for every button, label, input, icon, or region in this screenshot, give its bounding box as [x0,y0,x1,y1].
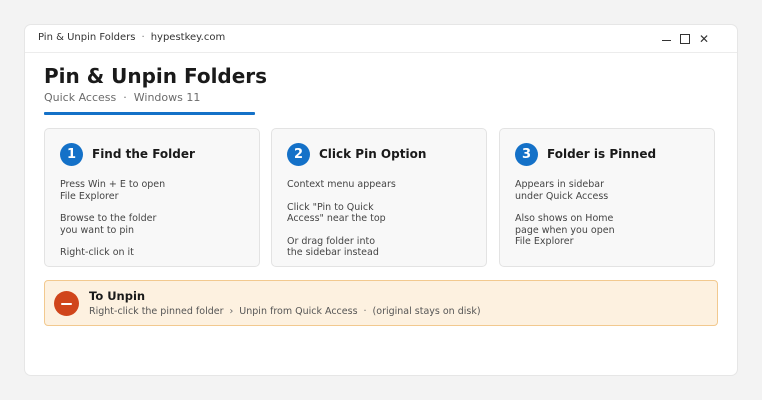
title-bar: Pin & Unpin Folders · hypestkey.com ✕ [25,25,737,53]
chevron-right-icon: › [229,306,234,317]
step-title: Find the Folder [92,147,195,161]
window-title-site: hypestkey.com [150,32,226,43]
unpin-callout: To Unpin Right-click the pinned folder › U… [44,280,718,326]
page-subtitle: Quick Access · Windows 11 [44,91,200,104]
step-body: Context menu appears Click "Pin to Quick… [287,179,477,270]
step-line: Click "Pin to Quick Access" near the top [287,201,386,225]
title-underline [44,112,255,115]
window-title-main: Pin & Unpin Folders [38,32,136,43]
step-line: Browse to the folder you want to pin [60,213,157,236]
subtitle-windows-version: Windows 11 [133,91,201,104]
unpin-step-right-click: Right-click the pinned folder [89,306,224,317]
unpin-separator: · [363,306,367,317]
step-body: Press Win + E to open File Explorer Brow… [60,179,250,270]
step-title: Click Pin Option [319,147,427,161]
step-number-badge: 3 [515,143,538,166]
step-title: Folder is Pinned [547,147,657,161]
step-card-click-pin: 2 Click Pin Option Context menu appears … [271,128,487,267]
step-number-badge: 2 [287,143,310,166]
step-line: Also shows on Home page when you open Fi… [515,213,615,247]
maximize-icon [680,34,690,44]
close-icon: ✕ [698,32,710,46]
subtitle-quick-access: Quick Access [44,91,117,104]
unpin-instructions: Right-click the pinned folder › Unpin from… [89,306,481,317]
step-card-find-folder: 1 Find the Folder Press Win + E to open … [44,128,260,267]
app-window: Pin & Unpin Folders · hypestkey.com ✕ Pin … [25,25,737,375]
minimize-button[interactable] [657,30,675,48]
step-body: Appears in sidebar under Quick Access Al… [515,179,705,259]
step-line: Right-click on it [60,247,134,258]
close-button[interactable]: ✕ [695,30,713,48]
unpin-note: (original stays on disk) [372,306,481,317]
subtitle-separator: · [123,91,127,104]
window-title-separator: · [141,32,145,43]
step-line: Press Win + E to open File Explorer [60,179,166,202]
minus-bar [61,302,72,305]
step-line: Context menu appears [287,179,396,190]
maximize-button[interactable] [676,30,694,48]
step-line: Or drag folder into the sidebar instead [287,235,379,259]
page-title: Pin & Unpin Folders [44,64,268,88]
step-line: Appears in sidebar under Quick Access [515,179,609,202]
unpin-step-menu-item: Unpin from Quick Access [239,306,358,317]
step-card-folder-pinned: 3 Folder is Pinned Appears in sidebar un… [499,128,715,267]
window-title: Pin & Unpin Folders · hypestkey.com [38,32,225,43]
step-number-badge: 1 [60,143,83,166]
unpin-title: To Unpin [89,289,146,303]
minimize-icon [661,39,671,41]
minus-circle-icon [54,291,79,316]
